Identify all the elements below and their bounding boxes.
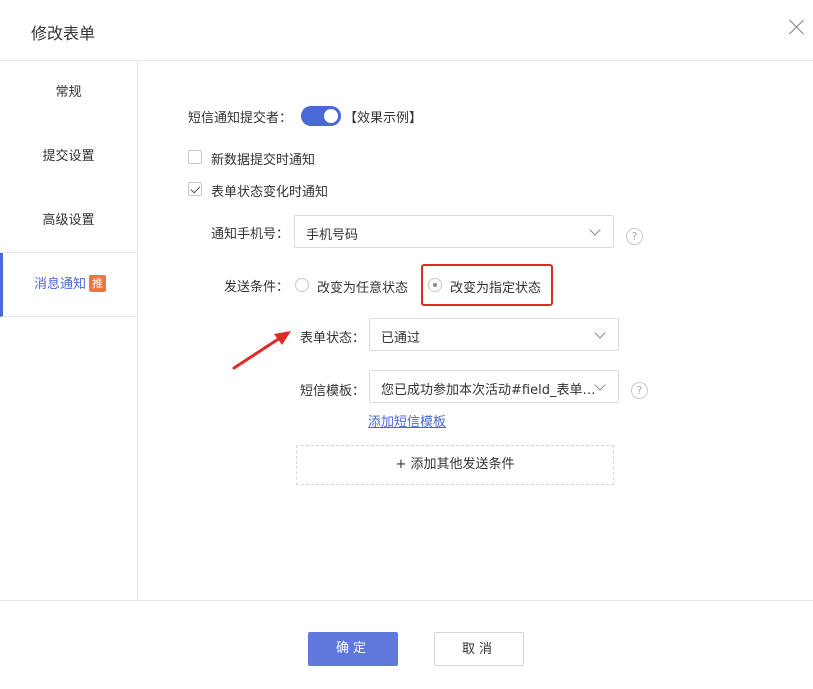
chevron-down-icon xyxy=(594,327,606,339)
recommend-badge: 推 xyxy=(89,275,106,292)
cancel-button[interactable]: 取消 xyxy=(434,632,524,666)
sidebar-item-label: 常规 xyxy=(55,85,82,100)
radio-any-status-label: 改变为任意状态 xyxy=(317,281,409,296)
sidebar-item-submit-settings[interactable]: 提交设置 xyxy=(0,125,137,189)
form-status-select-value: 已通过 xyxy=(381,331,421,346)
phone-select[interactable]: 手机号码 xyxy=(294,215,614,248)
chevron-down-icon xyxy=(589,224,601,236)
sms-template-help-icon[interactable]: ? xyxy=(631,382,648,399)
phone-help-icon[interactable]: ? xyxy=(626,228,643,245)
sms-notify-toggle[interactable] xyxy=(301,106,341,126)
form-status-select[interactable]: 已通过 xyxy=(369,318,619,351)
send-condition-label: 发送条件： xyxy=(224,280,290,295)
sidebar: 常规 提交设置 高级设置 消息通知推 xyxy=(0,61,138,600)
radio-any-status[interactable] xyxy=(295,278,309,292)
toggle-knob xyxy=(324,109,338,123)
radio-specific-status[interactable] xyxy=(428,278,442,292)
new-data-notify-label: 新数据提交时通知 xyxy=(211,153,316,168)
footer-divider xyxy=(0,600,813,601)
sidebar-item-general[interactable]: 常规 xyxy=(0,61,137,125)
sms-template-select-value: 您已成功参加本次活动#field_表单状态# xyxy=(381,383,597,398)
sidebar-item-message-notify[interactable]: 消息通知推 xyxy=(0,253,137,317)
radio-dot xyxy=(433,283,437,287)
phone-select-value: 手机号码 xyxy=(306,228,359,243)
arrow-annotation-icon xyxy=(232,331,291,370)
sms-template-label: 短信模板： xyxy=(300,384,366,399)
dialog-header: 修改表单 xyxy=(0,0,813,61)
phone-label: 通知手机号： xyxy=(211,227,290,242)
new-data-notify-checkbox[interactable] xyxy=(188,150,202,164)
sidebar-item-label: 消息通知 xyxy=(33,277,86,292)
check-icon xyxy=(190,183,201,194)
radio-specific-status-label: 改变为指定状态 xyxy=(450,281,542,296)
sms-notify-label: 短信通知提交者： xyxy=(188,111,293,126)
confirm-button[interactable]: 确定 xyxy=(308,632,398,666)
effect-example-link[interactable]: 【效果示例】 xyxy=(344,107,422,126)
close-icon[interactable] xyxy=(789,19,805,35)
sidebar-item-advanced-settings[interactable]: 高级设置 xyxy=(0,189,137,253)
dialog-title: 修改表单 xyxy=(31,24,96,43)
sidebar-item-label: 提交设置 xyxy=(42,149,95,164)
add-template-link[interactable]: 添加短信模板 xyxy=(368,411,446,430)
sidebar-item-label: 高级设置 xyxy=(42,213,95,228)
add-condition-button[interactable]: + 添加其他发送条件 xyxy=(296,445,614,485)
status-change-notify-checkbox[interactable] xyxy=(188,182,202,196)
sms-template-select[interactable]: 您已成功参加本次活动#field_表单状态# xyxy=(369,370,619,403)
form-status-label: 表单状态： xyxy=(300,331,366,346)
status-change-notify-label: 表单状态变化时通知 xyxy=(211,185,329,200)
